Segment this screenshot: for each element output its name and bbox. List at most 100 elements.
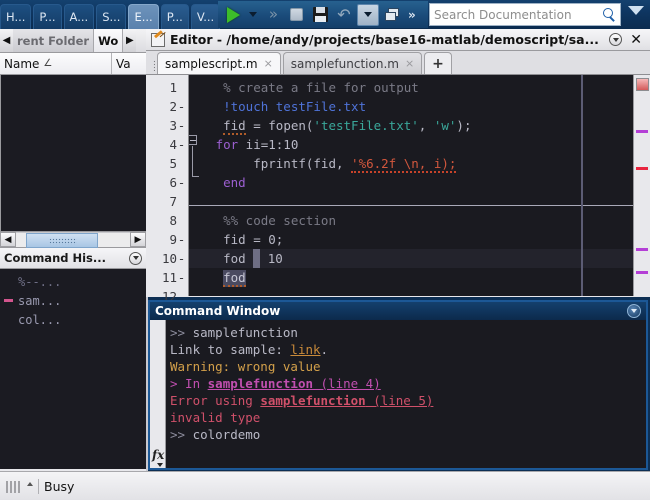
- gutter-line: 11-: [146, 268, 188, 287]
- gutter-line: 1: [146, 78, 188, 97]
- status-caret-icon[interactable]: [27, 482, 33, 486]
- breakpoint-mark[interactable]: -: [177, 232, 186, 247]
- column-header-value[interactable]: Va: [112, 53, 135, 74]
- column-ruler-line: [581, 75, 583, 296]
- document-tab-samplescript[interactable]: samplescript.m ⨯: [157, 52, 281, 74]
- editor-marker-bar[interactable]: [633, 75, 650, 296]
- line-number: 7: [169, 194, 177, 209]
- new-document-tab-button[interactable]: +: [424, 52, 452, 74]
- editor-title: Editor - /home/andy/projects/base16-matl…: [170, 32, 599, 47]
- save-button[interactable]: [309, 4, 331, 26]
- error-line-link[interactable]: (line 5): [366, 393, 433, 408]
- command-output-lines[interactable]: >> samplefunction Link to sample: link. …: [166, 320, 646, 468]
- scrollbar-track[interactable]: [16, 232, 130, 248]
- editor-minimize-icon[interactable]: [609, 33, 623, 46]
- gutter-line: 4-: [146, 135, 188, 154]
- marker-dash[interactable]: [636, 130, 648, 133]
- code-text-area[interactable]: % create a file for output !touch testFi…: [189, 75, 650, 296]
- command-window-rail: fx: [150, 320, 166, 468]
- fx-prompt-icon[interactable]: fx: [152, 448, 164, 467]
- command-link[interactable]: link: [290, 342, 320, 357]
- chevron-down-circle-icon[interactable]: [627, 304, 641, 318]
- scrollbar-thumb[interactable]: [26, 233, 98, 248]
- command-history-list[interactable]: %--... sam... col...: [0, 269, 146, 469]
- list-item[interactable]: sam...: [0, 291, 146, 310]
- history-entry-text: col...: [18, 312, 62, 327]
- panel-tab-workspace[interactable]: Wo: [94, 29, 124, 52]
- tile-windows-button[interactable]: [381, 4, 403, 26]
- marker-dash[interactable]: [636, 167, 648, 170]
- list-item[interactable]: %--...: [0, 272, 146, 291]
- command-history-titlebar: Command His...: [0, 248, 146, 269]
- column-header-value-label: Va: [116, 56, 131, 71]
- command-history-title: Command His...: [4, 251, 107, 265]
- line-number: 5: [169, 156, 177, 171]
- close-icon[interactable]: ⨯: [264, 57, 273, 70]
- stack-line-link[interactable]: (line 4): [313, 376, 381, 391]
- column-header-name[interactable]: Name ∠: [0, 53, 112, 74]
- panel-tab-scroll-right[interactable]: ▶: [123, 29, 137, 52]
- close-icon[interactable]: ✕: [627, 33, 645, 47]
- panel-tab-scroll-left[interactable]: ◀: [0, 29, 13, 52]
- search-icon[interactable]: [603, 8, 616, 21]
- marker-dash[interactable]: [636, 271, 648, 274]
- panel-tab-current-folder[interactable]: rent Folder: [13, 29, 95, 52]
- run-button[interactable]: [222, 4, 244, 26]
- workspace-variable-list[interactable]: [0, 75, 146, 231]
- line-number: 6: [169, 175, 177, 190]
- editor-document-tabs: samplescript.m ⨯ samplefunction.m ⨯ +: [146, 51, 650, 75]
- breakpoint-mark[interactable]: -: [177, 270, 186, 285]
- gutter-line: 8: [146, 211, 188, 230]
- workspace-horizontal-scrollbar[interactable]: ◀ ▶: [0, 231, 146, 248]
- stop-button[interactable]: [285, 4, 307, 26]
- run-triangle-icon: [226, 6, 240, 23]
- close-icon[interactable]: ⨯: [405, 57, 414, 70]
- marker-dash[interactable]: [636, 248, 648, 251]
- output-line-6: invalid type: [170, 410, 261, 425]
- search-documentation-box[interactable]: [429, 3, 621, 26]
- stack-link[interactable]: samplefunction: [208, 376, 313, 391]
- line-number: 9: [169, 232, 177, 247]
- breakpoint-mark[interactable]: -: [177, 175, 186, 190]
- undo-button[interactable]: ↶: [333, 4, 355, 26]
- editor-gutter[interactable]: 1 2- 3- 4- 5 6- 7 8 9- 10- 11- 12: [146, 75, 189, 304]
- chevron-down-circle-icon[interactable]: [129, 251, 142, 265]
- run-advance-button[interactable]: »: [261, 4, 283, 26]
- output-line-4: > In samplefunction (line 4): [170, 376, 381, 391]
- command-window-body[interactable]: fx >> samplefunction Link to sample: lin…: [148, 320, 648, 470]
- resize-grip-icon[interactable]: [6, 480, 22, 493]
- ribbon-collapse-caret-icon[interactable]: [628, 6, 644, 15]
- ribbon-tab-editor[interactable]: E...: [128, 4, 159, 29]
- scroll-left-button[interactable]: ◀: [0, 232, 16, 247]
- scroll-right-button[interactable]: ▶: [130, 232, 146, 247]
- sort-ascending-icon: ∠: [43, 58, 53, 69]
- code-analyzer-status-icon[interactable]: [636, 78, 649, 91]
- breakpoint-mark[interactable]: -: [177, 118, 186, 133]
- document-tab-label: samplefunction.m: [290, 56, 399, 71]
- ribbon-tab-apps[interactable]: A...: [63, 4, 95, 29]
- gutter-line: 9-: [146, 230, 188, 249]
- undo-dropdown-button[interactable]: [357, 3, 379, 26]
- ribbon-tab-publish[interactable]: P...: [160, 4, 189, 29]
- line-number: 2: [169, 99, 177, 114]
- breakpoint-mark[interactable]: -: [177, 99, 186, 114]
- gutter-line: 2-: [146, 97, 188, 116]
- ribbon-tab-home[interactable]: H...: [0, 4, 32, 29]
- line-number: 8: [169, 213, 177, 228]
- document-tab-samplefunction[interactable]: samplefunction.m ⨯: [282, 52, 423, 74]
- undo-arrow-icon: ↶: [337, 4, 351, 24]
- ribbon-tab-view[interactable]: V...: [190, 4, 221, 29]
- breakpoint-mark[interactable]: -: [177, 137, 186, 152]
- line-number: 4: [169, 137, 177, 152]
- command-window-titlebar: Command Window: [148, 300, 648, 320]
- list-item[interactable]: col...: [0, 310, 146, 329]
- run-dropdown-button[interactable]: [246, 4, 259, 26]
- ribbon-tab-shortcuts[interactable]: S...: [96, 4, 127, 29]
- search-input[interactable]: [434, 7, 603, 22]
- error-link[interactable]: samplefunction: [260, 393, 365, 408]
- breakpoint-mark[interactable]: -: [177, 251, 186, 266]
- ribbon-tab-plots[interactable]: P...: [33, 4, 62, 29]
- overflow-button[interactable]: »: [405, 8, 419, 22]
- gutter-line: 7: [146, 192, 188, 211]
- status-divider: [38, 478, 39, 494]
